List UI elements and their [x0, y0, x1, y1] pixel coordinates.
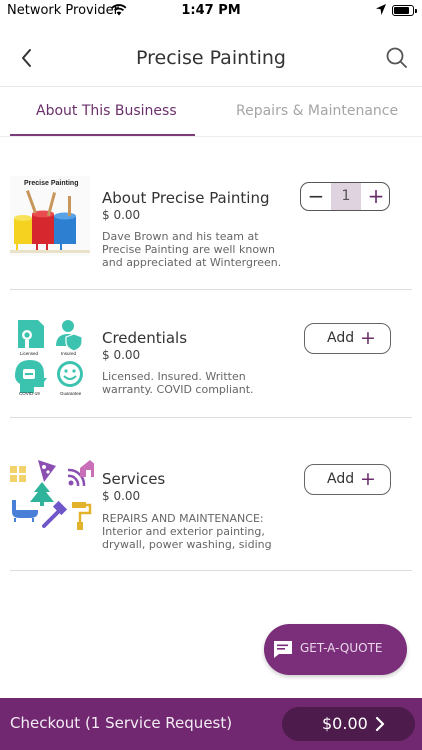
status-bar: Network Provider 1:47 PM [0, 0, 422, 22]
item-title: Services [102, 470, 166, 488]
add-credentials-button[interactable]: Add + [304, 323, 391, 354]
add-button-label: Add [327, 471, 355, 487]
chevron-right-icon [375, 716, 385, 732]
paint-cans-caption: Precise Painting [24, 180, 78, 187]
paint-cans-image: Precise Painting [10, 176, 90, 256]
tabs-divider [0, 136, 422, 137]
list-item-services: Services $ 0.00 REPAIRS AND MAINTENANCE:… [0, 430, 422, 570]
battery-icon [392, 5, 417, 16]
plus-icon: + [360, 327, 376, 349]
get-a-quote-label: GET-A-QUOTE [300, 641, 383, 655]
covid-caption: COVID-19 [19, 391, 40, 396]
item-price: $ 0.00 [102, 489, 141, 503]
item-description: Licensed. Insured. Written warranty. COV… [102, 370, 254, 396]
guarantee-caption: Guarantee [60, 391, 82, 396]
row-divider [10, 570, 412, 571]
increment-button[interactable]: + [361, 183, 389, 210]
chat-icon [274, 641, 292, 658]
quantity-value: 1 [331, 183, 361, 210]
nav-divider [0, 86, 422, 87]
item-title: Credentials [102, 329, 188, 347]
list-item-credentials: Licensed Insured COVID-19 Guarantee Cred… [0, 290, 422, 418]
add-services-button[interactable]: Add + [304, 464, 391, 495]
checkout-total-button[interactable]: $0.00 [282, 707, 415, 741]
list-item-about: Precise Painting About Precise Painting … [0, 150, 422, 290]
page-title: Precise Painting [136, 47, 286, 69]
clock: 1:47 PM [181, 3, 241, 18]
item-title: About Precise Painting [102, 189, 270, 207]
quantity-stepper[interactable]: − 1 + [300, 182, 390, 211]
services-icons-image [10, 460, 94, 530]
tab-repairs-maintenance[interactable]: Repairs & Maintenance [236, 103, 398, 119]
credentials-icons-image: Licensed Insured COVID-19 Guarantee [15, 320, 83, 396]
checkout-total-amount: $0.00 [322, 714, 368, 733]
licensed-caption: Licensed [20, 351, 39, 356]
location-icon [376, 4, 386, 15]
checkout-label: Checkout (1 Service Request) [10, 714, 233, 732]
item-description: Dave Brown and his team at Precise Paint… [102, 230, 282, 269]
decrement-button[interactable]: − [301, 183, 331, 210]
search-icon[interactable] [384, 45, 410, 71]
item-price: $ 0.00 [102, 208, 141, 222]
row-divider [10, 417, 412, 418]
get-a-quote-button[interactable]: GET-A-QUOTE [264, 624, 407, 675]
insured-caption: Insured [61, 351, 77, 356]
item-price: $ 0.00 [102, 348, 141, 362]
add-button-label: Add [327, 330, 355, 346]
item-description: REPAIRS AND MAINTENANCE: Interior and ex… [102, 512, 272, 551]
plus-icon: + [360, 468, 376, 490]
tab-about-this-business[interactable]: About This Business [36, 103, 177, 119]
